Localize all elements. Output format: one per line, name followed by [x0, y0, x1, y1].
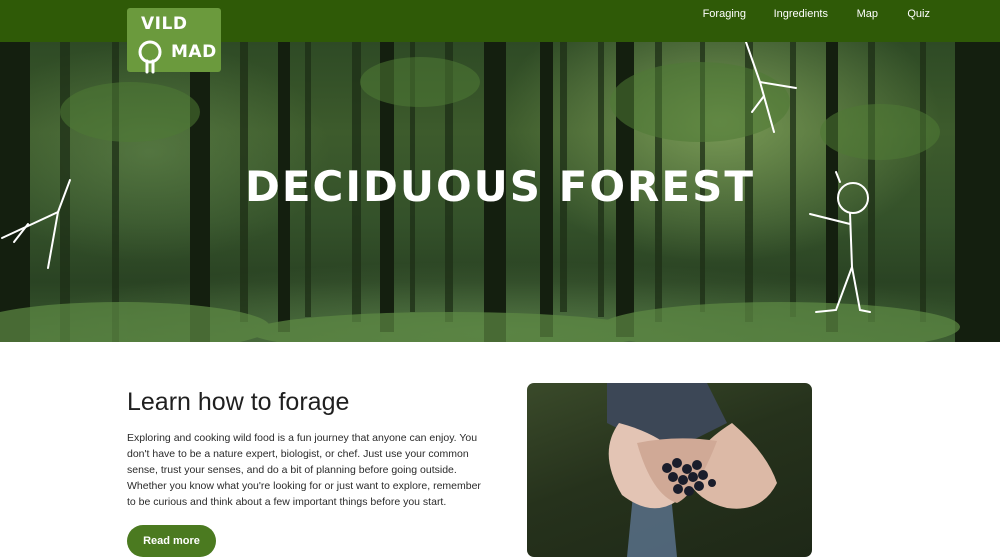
hero-title: DECIDUOUS FOREST [245, 162, 755, 211]
logo-word-mad: MAD [171, 42, 217, 62]
nav-link-quiz[interactable]: Quiz [907, 8, 930, 20]
tree-icon [138, 40, 162, 74]
read-more-button[interactable]: Read more [127, 525, 216, 557]
hands-with-berries-graphic [607, 383, 777, 557]
nav-link-ingredients[interactable]: Ingredients [774, 8, 828, 20]
section-heading: Learn how to forage [127, 388, 350, 416]
site-logo[interactable]: VILD MAD [127, 8, 221, 74]
intro-paragraph: Exploring and cooking wild food is a fun… [127, 432, 481, 508]
nav-link-map[interactable]: Map [857, 8, 878, 20]
hands-holding-blueberries-photo [527, 383, 812, 557]
logo-word-vild: VILD [141, 14, 188, 34]
nav-link-foraging[interactable]: Foraging [703, 8, 746, 20]
hero-banner: DECIDUOUS FOREST [0, 42, 1000, 342]
